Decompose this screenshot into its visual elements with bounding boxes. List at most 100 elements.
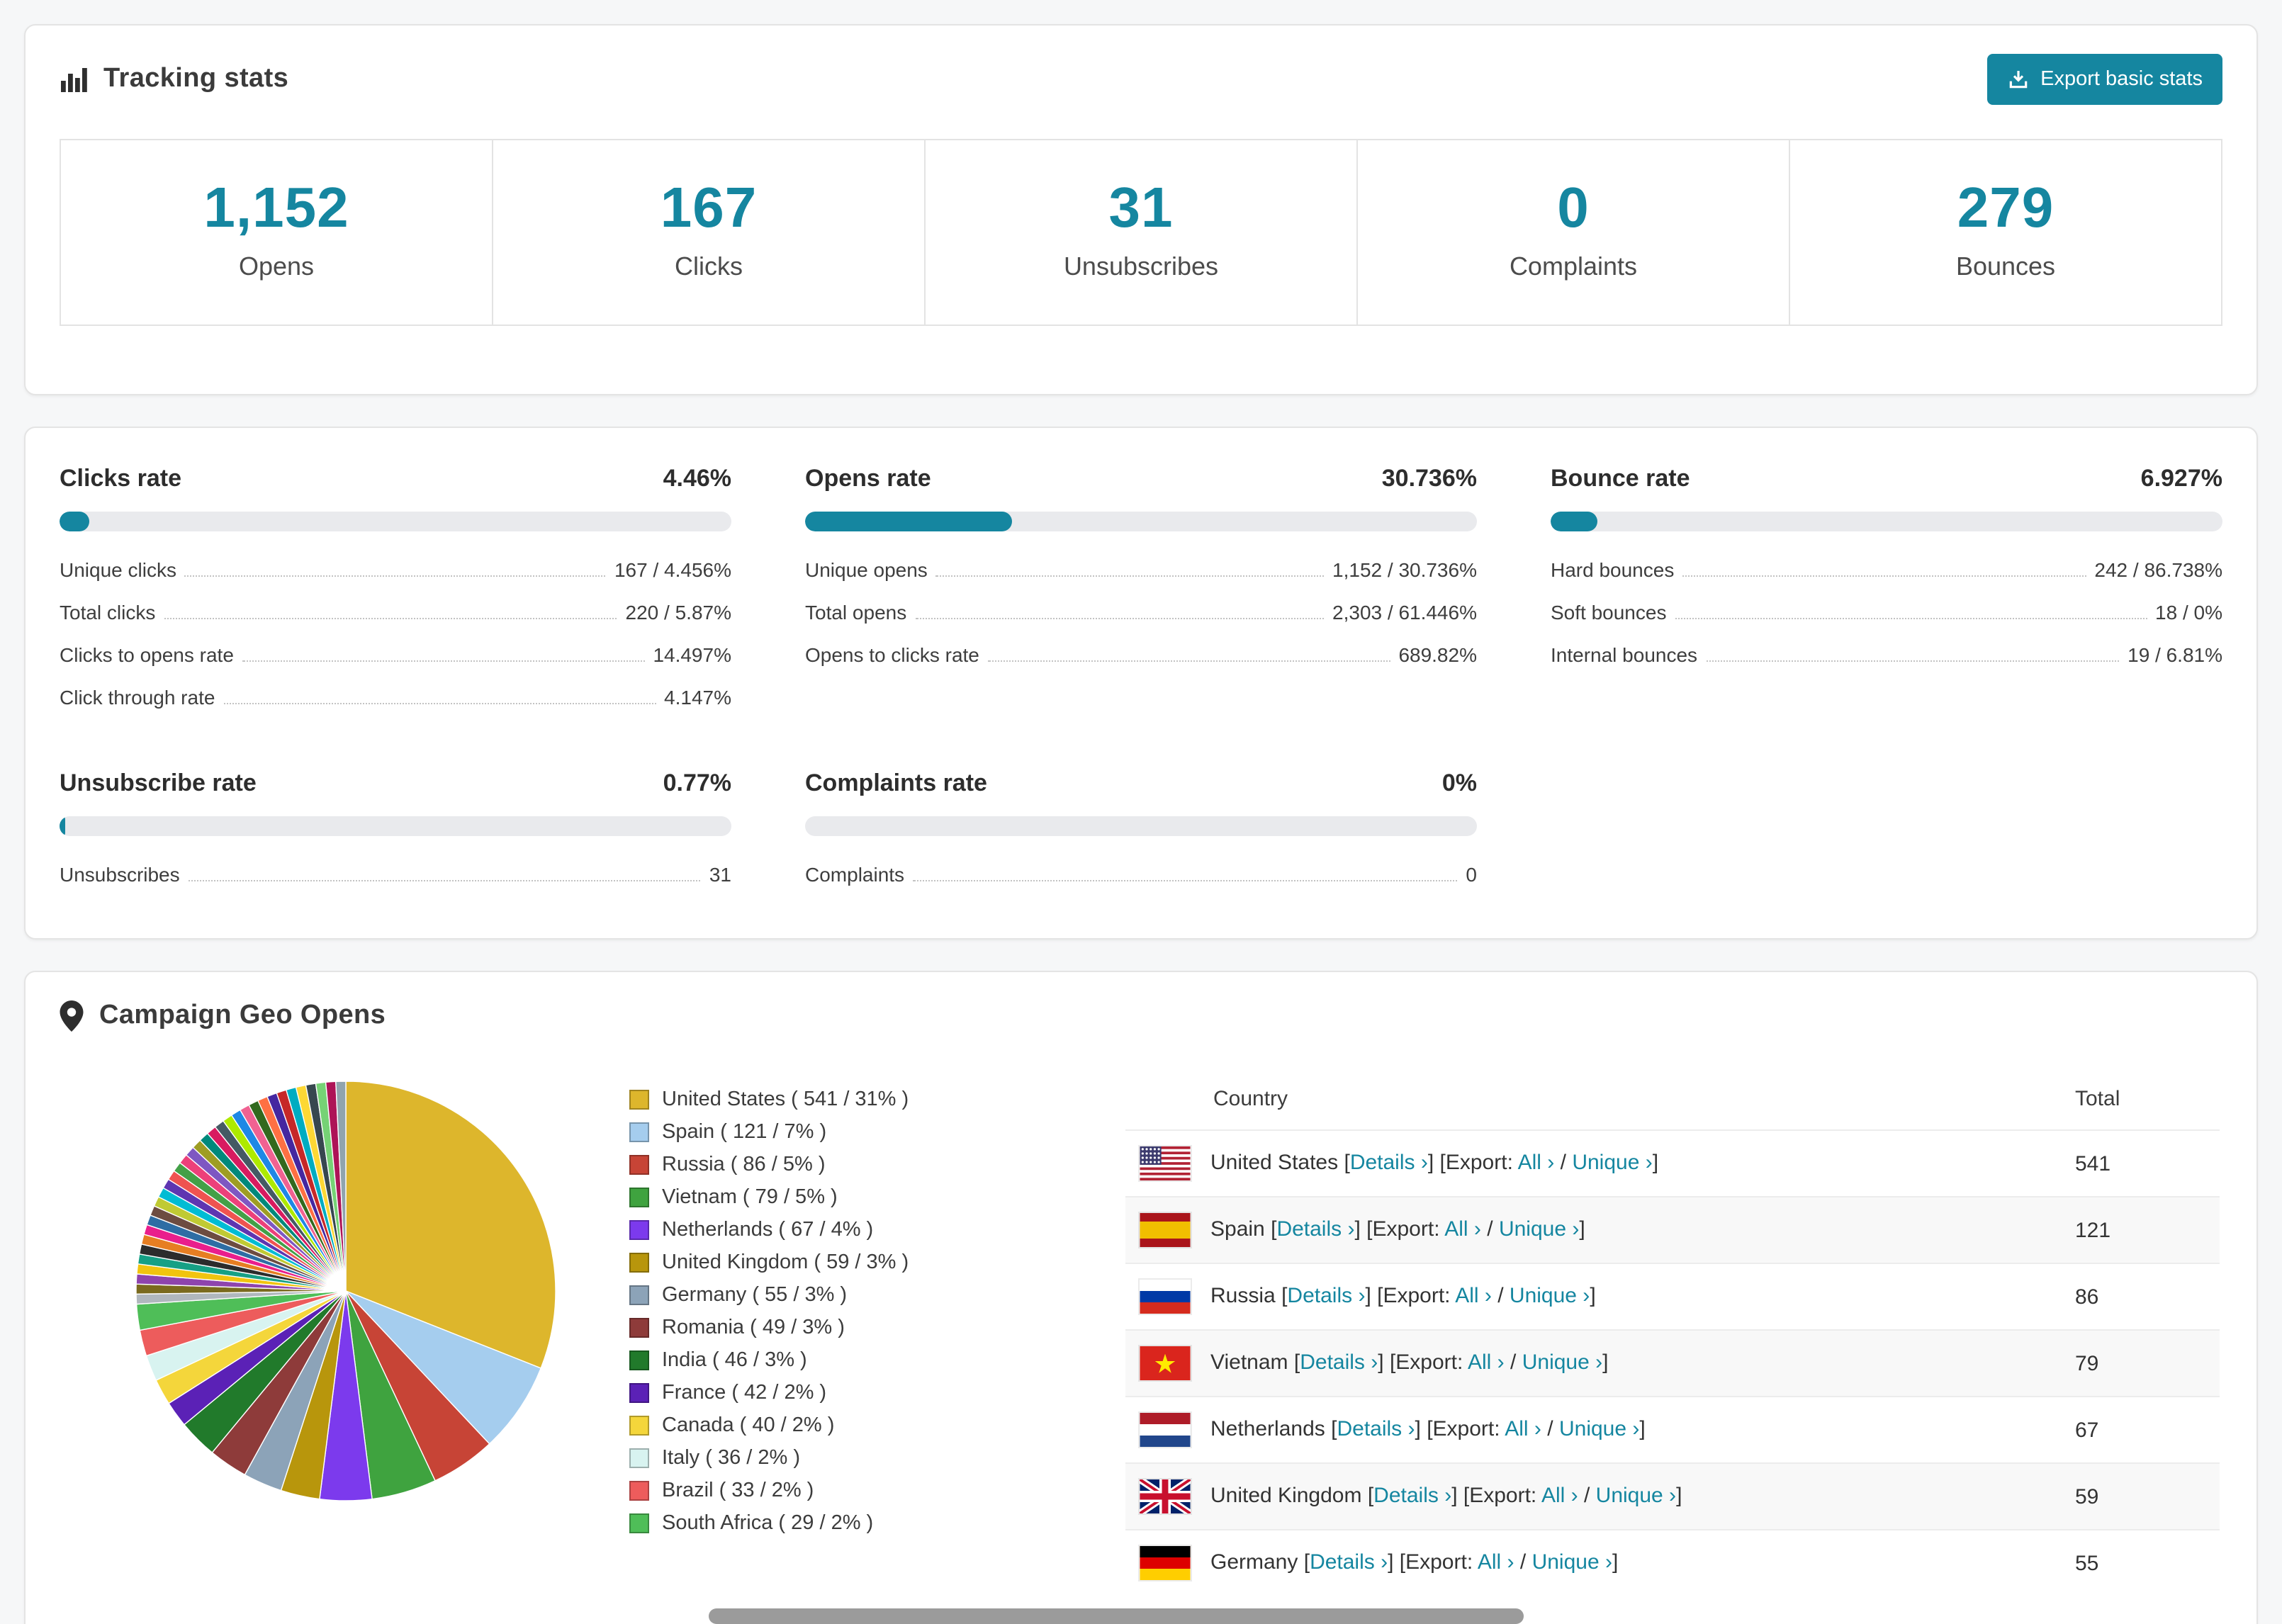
export-all-link[interactable]: All ›: [1505, 1417, 1541, 1441]
tracking-stats-title-row: Tracking stats: [60, 64, 288, 95]
map-pin-icon: [60, 1000, 84, 1032]
rate-head: Complaints rate 0%: [805, 769, 1477, 798]
export-unique-link[interactable]: Unique ›: [1499, 1217, 1579, 1241]
export-unique-link[interactable]: Unique ›: [1572, 1151, 1652, 1175]
horizontal-scrollbar-thumb[interactable]: [709, 1608, 1524, 1624]
export-all-link[interactable]: All ›: [1468, 1350, 1505, 1375]
rate-title: Bounce rate: [1551, 465, 1690, 492]
country-name: Germany: [1210, 1550, 1298, 1574]
rate-title: Unsubscribe rate: [60, 769, 257, 796]
details-link[interactable]: Details ›: [1350, 1151, 1428, 1175]
rate-row-value: 18 / 0%: [2155, 601, 2222, 624]
dotted-leader: [913, 880, 1458, 881]
export-unique-link[interactable]: Unique ›: [1522, 1350, 1602, 1375]
legend-label: Netherlands ( 67 / 4% ): [662, 1218, 874, 1241]
legend-label: India ( 46 / 3% ): [662, 1348, 807, 1371]
geo-title-row: Campaign Geo Opens: [60, 1000, 386, 1032]
export-unique-link[interactable]: Unique ›: [1510, 1284, 1590, 1308]
rate-row-value: 167 / 4.456%: [614, 558, 731, 581]
legend-swatch: [629, 1382, 649, 1402]
details-link[interactable]: Details ›: [1276, 1217, 1354, 1241]
country-cell: Vietnam [Details ›] [Export: All › / Uni…: [1125, 1329, 2061, 1397]
rate-row: Unique clicks 167 / 4.456%: [60, 548, 731, 591]
export-all-link[interactable]: All ›: [1478, 1550, 1514, 1574]
rate-row: Click through rate 4.147%: [60, 676, 731, 718]
export-all-link[interactable]: All ›: [1518, 1151, 1555, 1175]
rate-row: Internal bounces 19 / 6.81%: [1551, 633, 2222, 676]
country-cell: United Kingdom [Details ›] [Export: All …: [1125, 1462, 2061, 1530]
country-name: United States: [1210, 1150, 1339, 1175]
total-value: 541: [2061, 1129, 2220, 1197]
export-basic-stats-button[interactable]: Export basic stats: [1986, 54, 2222, 105]
country-flag-us: [1140, 1146, 1191, 1180]
legend-swatch: [629, 1252, 649, 1272]
export-all-link[interactable]: All ›: [1455, 1284, 1492, 1308]
dotted-leader: [223, 703, 656, 704]
rate-row-label: Unique opens: [805, 558, 928, 581]
geo-card: Campaign Geo Opens United States ( 541 /…: [24, 971, 2258, 1624]
bar-chart-icon: [60, 65, 88, 94]
export-all-link[interactable]: All ›: [1541, 1484, 1578, 1508]
rate-row: Soft bounces 18 / 0%: [1551, 591, 2222, 633]
rate-value: 6.927%: [2140, 465, 2222, 492]
export-button-label: Export basic stats: [2040, 68, 2203, 91]
legend-item: United Kingdom ( 59 / 3% ): [629, 1246, 1125, 1278]
rate-row-label: Unique clicks: [60, 558, 176, 581]
stats-row: 1,152 Opens 167 Clicks 31 Unsubscribes 0 Compla…: [60, 139, 2222, 326]
rate-row: Total opens 2,303 / 61.446%: [805, 591, 1477, 633]
rate-progress-fill: [60, 512, 90, 531]
table-row: United Kingdom [Details ›] [Export: All …: [1125, 1462, 2220, 1530]
rate-progress-fill: [805, 512, 1012, 531]
stat-box: 31 Unsubscribes: [924, 139, 1358, 326]
stat-label: Opens: [238, 252, 315, 281]
total-value: 86: [2061, 1263, 2220, 1330]
legend-swatch: [629, 1350, 649, 1370]
total-value: 55: [2061, 1529, 2220, 1596]
details-link[interactable]: Details ›: [1337, 1417, 1415, 1441]
rate-row-value: 2,303 / 61.446%: [1332, 601, 1477, 624]
stat-label: Complaints: [1509, 252, 1638, 281]
details-link[interactable]: Details ›: [1300, 1350, 1378, 1375]
rate-title: Complaints rate: [805, 769, 987, 796]
legend-label: Vietnam ( 79 / 5% ): [662, 1185, 838, 1208]
legend-label: Russia ( 86 / 5% ): [662, 1153, 826, 1175]
rate-row: Total clicks 220 / 5.87%: [60, 591, 731, 633]
rate-row-value: 689.82%: [1398, 643, 1477, 666]
stat-box: 0 Complaints: [1356, 139, 1790, 326]
legend-label: Italy ( 36 / 2% ): [662, 1446, 801, 1469]
legend-swatch: [629, 1219, 649, 1239]
dotted-leader: [987, 660, 1390, 662]
legend-swatch: [629, 1187, 649, 1207]
stat-label: Clicks: [675, 252, 743, 281]
legend-item: Germany ( 55 / 3% ): [629, 1278, 1125, 1311]
rate-row-value: 31: [709, 863, 731, 886]
rate-row-value: 220 / 5.87%: [625, 601, 731, 624]
details-link[interactable]: Details ›: [1373, 1484, 1451, 1508]
geo-legend: United States ( 541 / 31% ) Spain ( 121 /…: [629, 1068, 1125, 1539]
country-flag-gb: [1137, 1476, 1193, 1517]
details-link[interactable]: Details ›: [1287, 1284, 1365, 1308]
country-cell: Germany [Details ›] [Export: All › / Uni…: [1125, 1529, 2061, 1596]
legend-label: South Africa ( 29 / 2% ): [662, 1511, 874, 1534]
geo-table: Country Total United States [Details ›] …: [1125, 1068, 2220, 1596]
rate-progress-track: [805, 512, 1477, 531]
export-unique-link[interactable]: Unique ›: [1532, 1550, 1612, 1574]
country-cell: Russia [Details ›] [Export: All › / Uniq…: [1125, 1263, 2061, 1330]
export-unique-link[interactable]: Unique ›: [1559, 1417, 1639, 1441]
stat-value: 0: [1557, 177, 1590, 239]
rate-head: Opens rate 30.736%: [805, 465, 1477, 493]
details-link[interactable]: Details ›: [1310, 1550, 1388, 1574]
export-all-link[interactable]: All ›: [1444, 1217, 1481, 1241]
rate-title: Clicks rate: [60, 465, 181, 492]
rate-row-value: 19 / 6.81%: [2128, 643, 2222, 666]
rate-progress-fill: [60, 816, 65, 836]
country-name: United Kingdom: [1210, 1483, 1362, 1508]
total-value: 121: [2061, 1196, 2220, 1263]
rate-value: 0.77%: [663, 769, 731, 796]
export-unique-link[interactable]: Unique ›: [1596, 1484, 1676, 1508]
rate-row-label: Click through rate: [60, 686, 215, 709]
table-row: Russia [Details ›] [Export: All › / Uniq…: [1125, 1263, 2220, 1330]
legend-label: France ( 42 / 2% ): [662, 1381, 827, 1404]
table-row: Vietnam [Details ›] [Export: All › / Uni…: [1125, 1329, 2220, 1397]
dotted-leader: [184, 575, 606, 577]
